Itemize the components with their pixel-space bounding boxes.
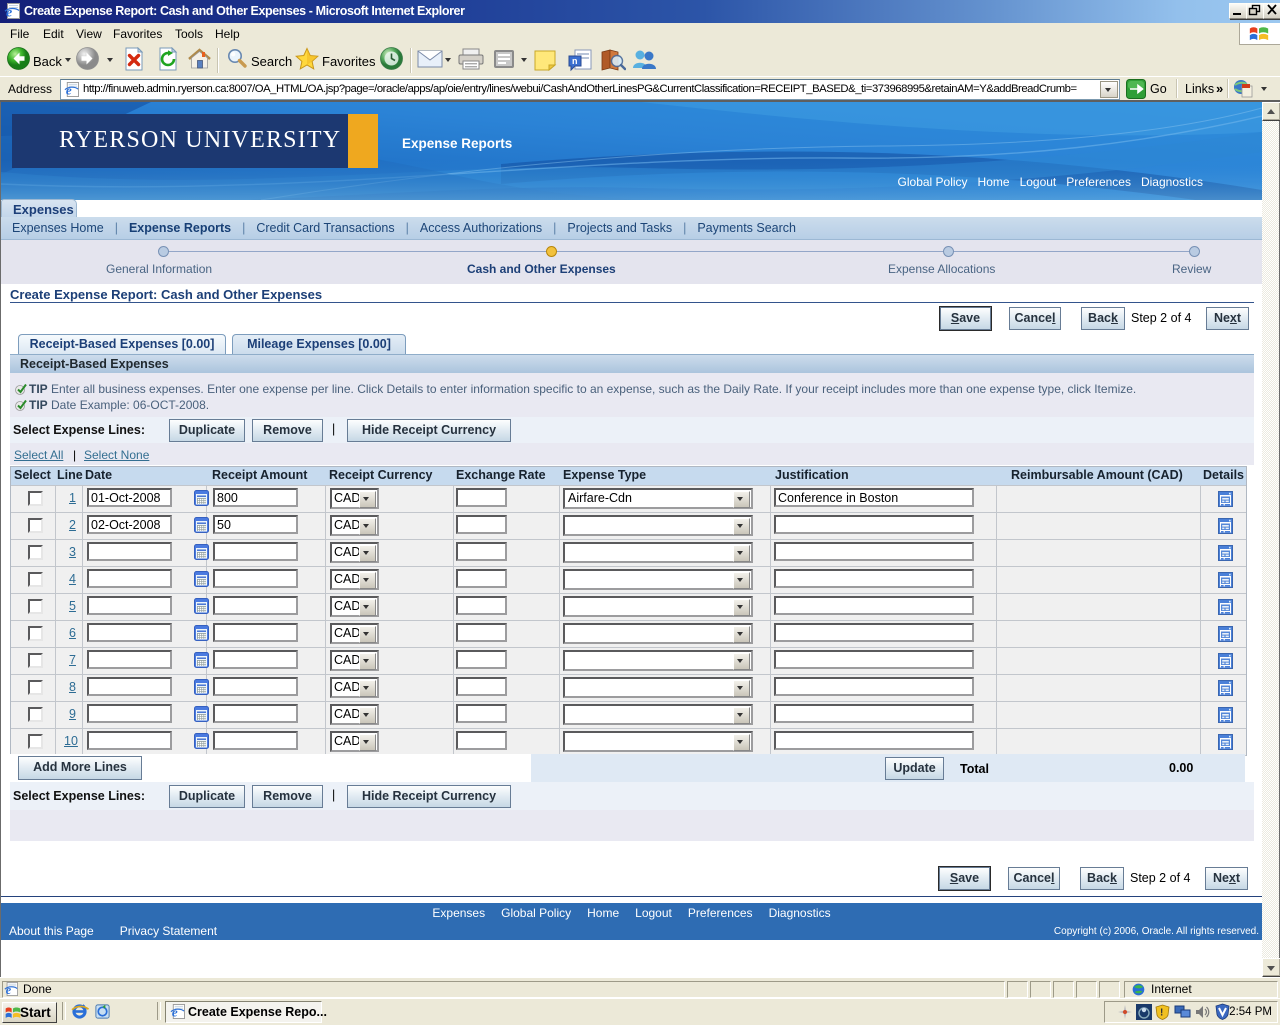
svg-text:n: n [572,56,578,66]
svg-text:e: e [66,83,72,97]
svg-text:!: ! [1160,1008,1163,1019]
svg-text:e: e [6,6,12,20]
svg-text:e: e [172,1005,178,1019]
